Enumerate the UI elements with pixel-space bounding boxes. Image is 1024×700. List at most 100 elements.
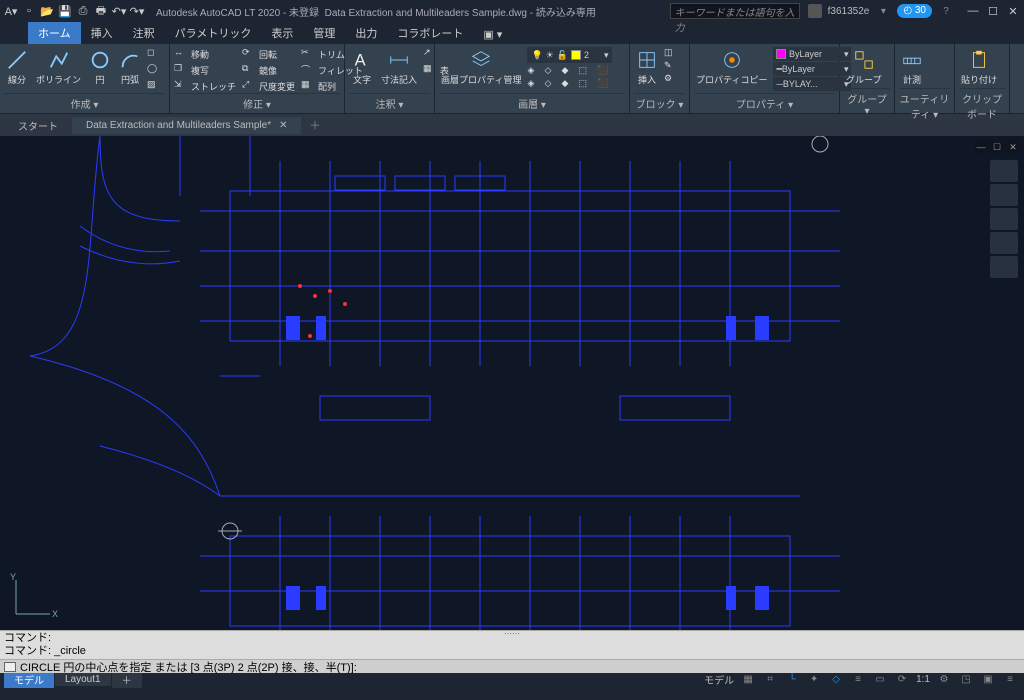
help-icon[interactable]: ? [938,4,954,18]
maximize-icon[interactable]: ☐ [986,4,1000,18]
vp-max-icon[interactable]: ☐ [990,140,1004,154]
save-icon[interactable]: 💾 [58,4,72,18]
block-tool2[interactable]: ✎ [664,60,673,71]
block-tool3[interactable]: ⚙ [664,73,673,84]
paste-button[interactable]: 貼り付け [959,47,999,88]
nav-zoom-icon[interactable] [990,232,1018,254]
sb-trans-icon[interactable]: ▭ [872,673,888,687]
notification-badge[interactable]: ◴ 30 [897,4,932,18]
sb-custom-icon[interactable]: ≡ [1002,673,1018,687]
sb-lwt-icon[interactable]: ≡ [850,673,866,687]
sb-snap-icon[interactable]: ⌗ [762,673,778,687]
sb-grid-icon[interactable]: ▦ [740,673,756,687]
tab-close-icon[interactable]: ✕ [279,120,287,131]
app-menu-icon[interactable]: A▾ [4,4,18,18]
layer-tool3[interactable]: ◆ [562,65,573,76]
minimize-icon[interactable]: — [966,4,980,18]
sb-polar-icon[interactable]: ✦ [806,673,822,687]
tab-annotate[interactable]: 注釈 [123,22,165,44]
layer-tool1[interactable]: ◈ [527,65,538,76]
panel-util-title[interactable]: ユーティリティ ▾ [899,88,950,123]
undo-icon[interactable]: ↶▾ [112,4,126,18]
dropdown-icon[interactable]: ▾ [875,4,891,18]
tab-view[interactable]: 表示 [261,22,303,44]
hatch-tool[interactable]: ▨ [147,79,161,93]
vp-close-icon[interactable]: ✕ [1006,140,1020,154]
layer-tool9[interactable]: ⬚ [579,78,592,89]
tab-output[interactable]: 出力 [345,22,387,44]
polyline-button[interactable]: ポリライン [34,47,83,88]
panel-modify-title[interactable]: 修正 ▾ [174,93,340,113]
search-input[interactable]: キーワードまたは語句を入力 [670,3,800,19]
sb-osnap-icon[interactable]: ◇ [828,673,844,687]
open-icon[interactable]: 📂 [40,4,54,18]
sb-clean-icon[interactable]: ▣ [980,673,996,687]
group-button[interactable]: グループ [844,47,883,88]
sb-gear-icon[interactable]: ⚙ [936,673,952,687]
tab-insert[interactable]: 挿入 [81,22,123,44]
nav-pan-icon[interactable] [990,208,1018,230]
dim-button[interactable]: 寸法記入 [379,47,419,88]
sb-ratio[interactable]: 1:1 [916,674,930,685]
new-icon[interactable]: ▫ [22,4,36,18]
tab-start[interactable]: スタート [4,115,72,136]
tab-extra[interactable]: ▣ ▾ [473,25,512,44]
tab-manage[interactable]: 管理 [303,22,345,44]
layer-tool2[interactable]: ◇ [544,65,555,76]
stretch-tool[interactable]: ⇲ストレッチ [174,79,236,93]
vp-min-icon[interactable]: — [974,140,988,154]
panel-anno-title[interactable]: 注釈 ▾ [349,93,430,113]
cmd-prompt: CIRCLE 円の中心点を指定 または [3 点(3P) 2 点(2P) 接、接… [20,659,357,675]
rotate-tool[interactable]: ⟳回転 [242,47,295,61]
copy-tool[interactable]: ❐複写 [174,63,236,77]
sb-ortho-icon[interactable]: └ [784,673,800,687]
panel-prop-title[interactable]: プロパティ ▾ [694,93,835,113]
panel-anno: A文字 寸法記入 ↗ ▦表 注釈 ▾ [345,44,435,113]
panel-layer-title[interactable]: 画層 ▾ [439,93,625,113]
block-tool1[interactable]: ◫ [664,47,673,58]
insert-button[interactable]: 挿入 [634,47,660,88]
cmd-resize-handle[interactable] [2,629,1022,633]
layer-tool4[interactable]: ⬚ [579,65,592,76]
circle-button[interactable]: 円 [87,47,113,88]
sb-model[interactable]: モデル [704,672,734,687]
tab-home[interactable]: ホーム [28,22,81,44]
user-icon[interactable] [808,4,822,18]
propcopy-button[interactable]: プロパティコピー [694,47,769,88]
scale-tool[interactable]: ⤢尺度変更 [242,79,295,93]
move-tool[interactable]: ↔移動 [174,47,236,61]
tab-drawing[interactable]: Data Extraction and Multileaders Sample*… [72,117,301,134]
layerprop-button[interactable]: 画層プロパティ管理 [439,47,523,88]
ellipse-tool[interactable]: ◯ [147,63,161,77]
arc-button[interactable]: 円弧 [117,47,143,88]
rect-tool[interactable]: ◻ [147,47,161,61]
layer-tool6[interactable]: ◈ [527,78,538,89]
layer-tool10[interactable]: ⬛ [597,78,612,89]
measure-button[interactable]: 計測 [899,47,925,88]
nav-home-icon[interactable] [990,160,1018,182]
layer-tool7[interactable]: ◇ [544,78,555,89]
plot-icon[interactable]: 🖶 [94,4,108,18]
text-button[interactable]: A文字 [349,47,375,88]
tab-new[interactable]: ＋ [301,114,328,136]
drawing-canvas[interactable]: — ☐ ✕ YX [0,136,1024,630]
tab-collaborate[interactable]: コラボレート [387,22,473,44]
sb-cycle-icon[interactable]: ⟳ [894,673,910,687]
redo-icon[interactable]: ↷▾ [130,4,144,18]
panel-group-title[interactable]: グループ ▾ [844,88,890,119]
layer-tool8[interactable]: ◆ [562,78,573,89]
sb-iso-icon[interactable]: ◳ [958,673,974,687]
command-line[interactable]: CIRCLE 円の中心点を指定 または [3 点(3P) 2 点(2P) 接、接… [0,659,1024,673]
tab-parametric[interactable]: パラメトリック [165,22,262,44]
panel-create-title[interactable]: 作成 ▾ [4,93,165,113]
close-icon[interactable]: ✕ [1006,4,1020,18]
mirror-tool[interactable]: ⧉鏡像 [242,63,295,77]
nav-wheel-icon[interactable] [990,184,1018,206]
line-button[interactable]: 線分 [4,47,30,88]
nav-orbit-icon[interactable] [990,256,1018,278]
panel-block-title[interactable]: ブロック ▾ [634,93,685,113]
layer-combo[interactable]: 💡☀🔓2▾ [527,47,612,63]
layer-tool5[interactable]: ⬛ [597,65,612,76]
viewport-controls: — ☐ ✕ [974,140,1020,154]
saveas-icon[interactable]: ⎙ [76,4,90,18]
